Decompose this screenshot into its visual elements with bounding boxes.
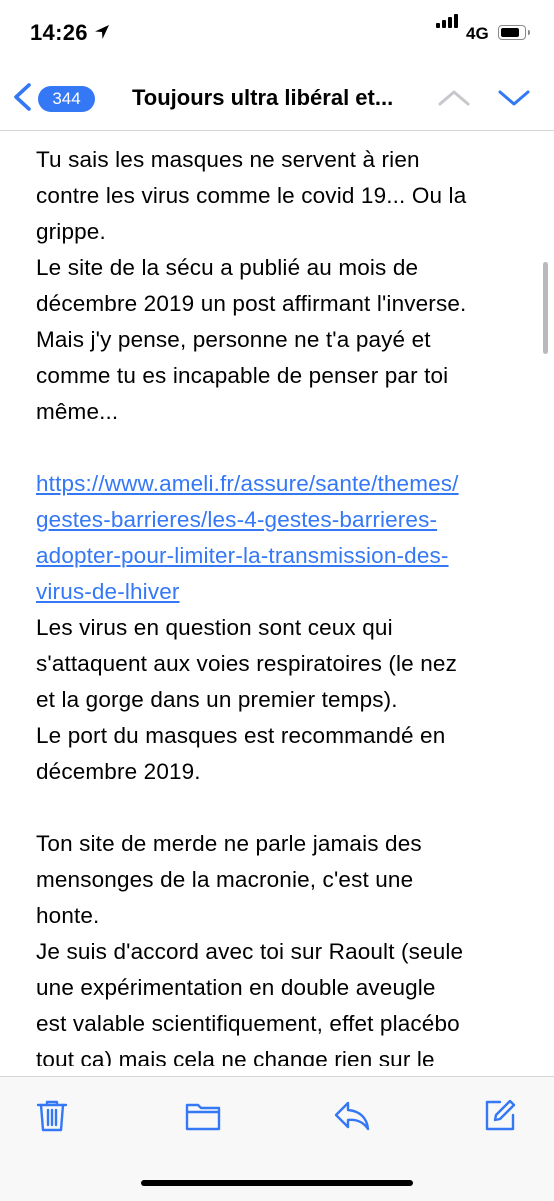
scrollbar[interactable] [543,262,548,354]
message-link-line: https://www.ameli.fr/assure/sante/themes… [36,466,526,502]
message-link[interactable]: gestes-barrieres/les-4-gestes-barrieres- [36,507,437,532]
message-line: Tu sais les masques ne servent à rien [36,147,420,172]
message-link[interactable]: adopter-pour-limiter-la-transmission-des… [36,543,449,568]
status-bar: 14:26 4G [0,0,554,66]
status-time: 14:26 [30,20,88,45]
message-line: même... [36,399,119,424]
message-link-line: gestes-barrieres/les-4-gestes-barrieres- [36,502,526,538]
network-type: 4G [466,24,489,43]
message-link-line: adopter-pour-limiter-la-transmission-des… [36,538,526,574]
message-line: grippe. [36,219,106,244]
message-line: Ton site de merde ne parle jamais des [36,831,422,856]
home-indicator [141,1180,413,1186]
message-subject-title: Toujours ultra libéral et... [132,85,394,110]
message-line: une expérimentation en double aveugle [36,975,436,1000]
message-body: Tu sais les masques ne servent à rien con… [36,142,526,1066]
location-arrow-icon [95,25,109,39]
battery-icon [498,25,530,40]
message-line: est valable scientifiquement, effet plac… [36,1011,460,1036]
message-link[interactable]: https://www.ameli.fr/assure/sante/themes… [36,471,459,496]
message-line: Les virus en question sont ceux qui [36,615,393,640]
message-line: s'attaquent aux voies respiratoires (le … [36,651,457,676]
message-link[interactable]: virus-de-lhiver [36,579,180,604]
message-line: contre les virus comme le covid 19... Ou… [36,183,467,208]
chevron-up-icon[interactable] [437,84,471,112]
chevron-down-icon[interactable] [497,84,531,112]
reply-icon[interactable] [333,1097,371,1133]
message-line: décembre 2019 un post affirmant l'invers… [36,291,467,316]
message-link-line: virus-de-lhiver [36,574,526,610]
mail-nav-bar: 344 Toujours ultra libéral et... [0,66,554,131]
message-line: décembre 2019. [36,759,201,784]
message-line: Le site de la sécu a publié au mois de [36,255,419,280]
message-line: honte. [36,903,100,928]
message-line: tout ça) mais cela ne change rien sur le [36,1047,435,1066]
message-line: comme tu es incapable de penser par toi [36,363,449,388]
trash-icon[interactable] [34,1097,70,1133]
message-line: Mais j'y pense, personne ne t'a payé et [36,327,431,352]
message-line: Le port du masques est recommandé en [36,723,446,748]
compose-icon[interactable] [482,1097,518,1133]
message-line: et la gorge dans un premier temps). [36,687,398,712]
message-line: mensonges de la macronie, c'est une [36,867,414,892]
unread-count-badge[interactable]: 344 [38,86,95,112]
message-line: Je suis d'accord avec toi sur Raoult (se… [36,939,464,964]
folder-icon[interactable] [184,1097,222,1133]
chevron-left-icon[interactable] [10,82,36,112]
